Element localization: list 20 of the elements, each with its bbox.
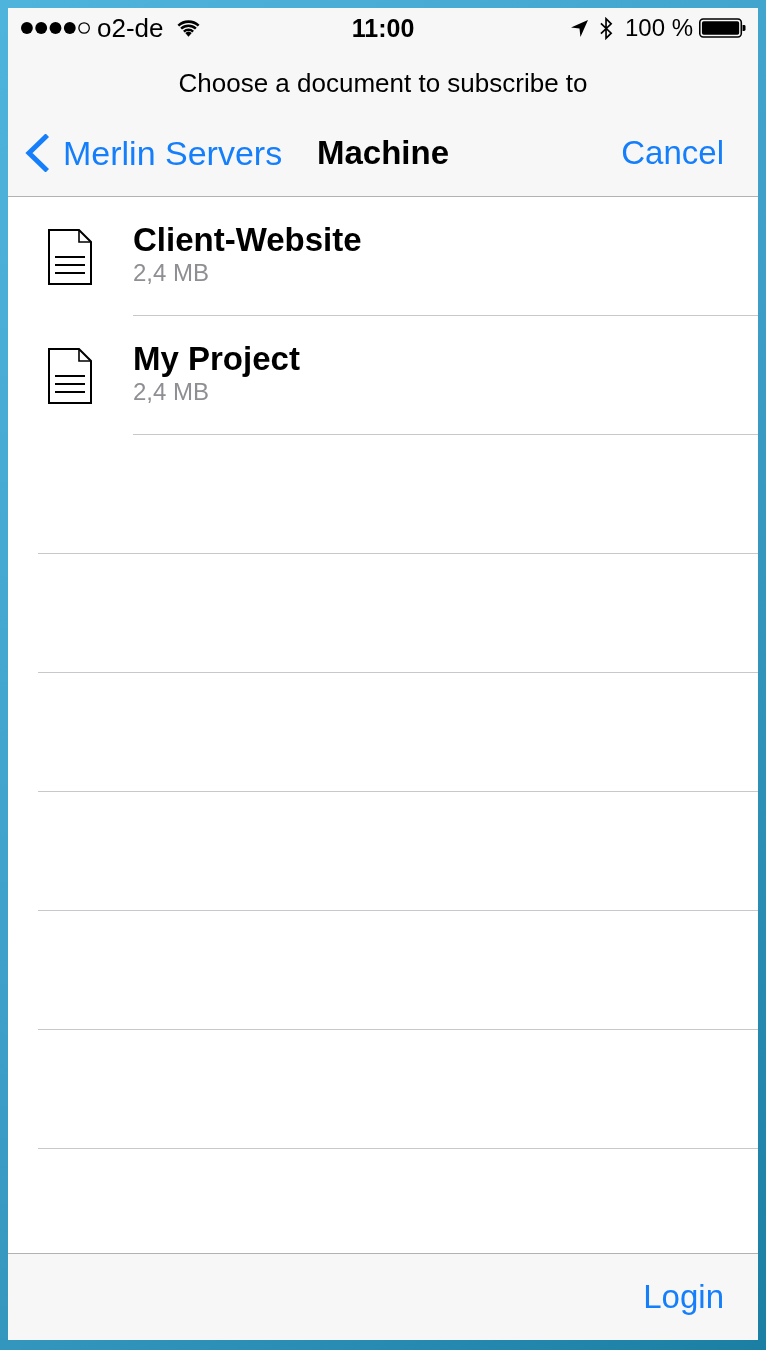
prompt-text: Choose a document to subscribe to [177, 67, 589, 100]
document-icon [48, 228, 92, 285]
battery-percentage: 100 % [624, 14, 693, 42]
battery-icon [699, 18, 746, 38]
file-size: 2,4 MB [133, 378, 210, 406]
bluetooth-icon [599, 16, 613, 40]
wifi-icon [176, 19, 200, 37]
cancel-button[interactable]: Cancel [621, 133, 724, 173]
clock-time: 11:00 [351, 14, 415, 42]
file-size: 2,4 MB [133, 259, 210, 287]
document-name[interactable]: My Project [133, 340, 300, 378]
chevron-left-icon [25, 134, 49, 172]
carrier-name: o2-de [97, 14, 164, 42]
signal-strength-icon [20, 21, 91, 35]
login-button[interactable]: Login [643, 1277, 724, 1317]
nav-title: Machine [316, 133, 449, 173]
document-icon [48, 347, 92, 404]
document-name[interactable]: Client-Website [133, 221, 362, 259]
back-button[interactable]: Merlin Servers [25, 133, 283, 173]
location-arrow-icon [570, 19, 588, 37]
